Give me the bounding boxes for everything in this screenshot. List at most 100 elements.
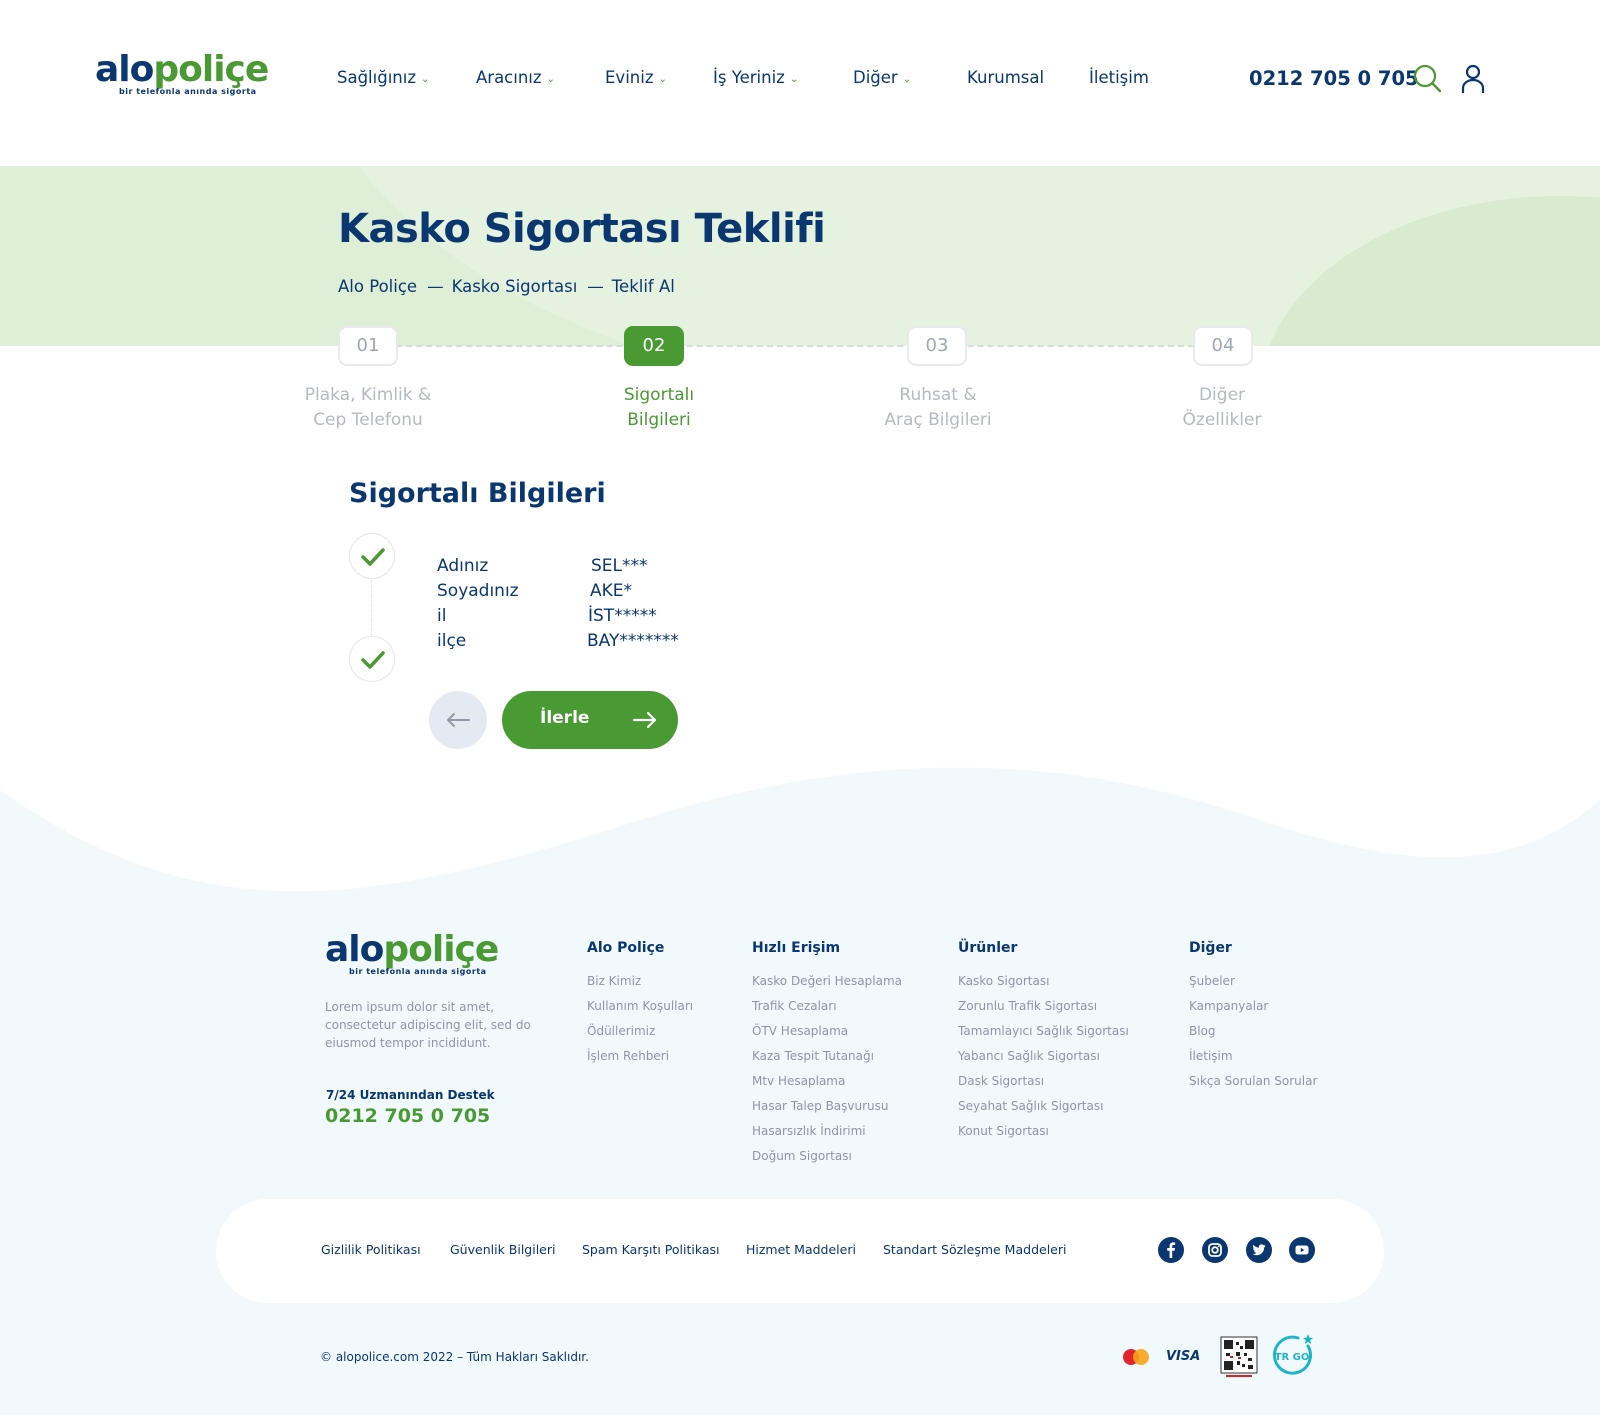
breadcrumb-separator: —: [587, 277, 604, 296]
nav-item-label: Eviniz: [605, 68, 654, 87]
footer-link[interactable]: Konut Sigortası: [958, 1119, 1129, 1144]
hero-banner: [0, 166, 1600, 346]
step-3-label: Ruhsat & Araç Bilgileri: [838, 383, 1038, 433]
nav-item-araciniz[interactable]: Aracınız ⌄: [476, 68, 555, 87]
legal-link-guvenlik[interactable]: Güvenlik Bilgileri: [450, 1242, 555, 1257]
step-label-line: Sigortalı: [623, 385, 695, 405]
nav-item-eviniz[interactable]: Eviniz ⌄: [605, 68, 667, 87]
check-icon: [349, 533, 395, 579]
footer-column-alo-police: Alo Poliçe Biz Kimiz Kullanım Koşulları …: [587, 940, 693, 1069]
footer-link[interactable]: Kampanyalar: [1189, 994, 1317, 1019]
logo-text-alo: alo: [95, 49, 154, 90]
next-button[interactable]: İlerle: [502, 691, 678, 749]
footer-column-urunler: Ürünler Kasko Sigortası Zorunlu Trafik S…: [958, 940, 1129, 1144]
footer-link[interactable]: İletişim: [1189, 1044, 1317, 1069]
nav-item-diger[interactable]: Diğer ⌄: [853, 68, 911, 87]
footer-column-diger: Diğer Şubeler Kampanyalar Blog İletişim …: [1189, 940, 1317, 1094]
step-label-line: Diğer: [1198, 385, 1246, 405]
footer-link[interactable]: Biz Kimiz: [587, 969, 693, 994]
info-label-il: il: [437, 606, 447, 626]
footer-support-phone[interactable]: 0212 705 0 705: [325, 1105, 490, 1127]
footer-logo[interactable]: alopoliçe bir telefonla anında sigorta: [325, 930, 500, 977]
breadcrumb-item[interactable]: Kasko Sigortası: [452, 277, 578, 296]
legal-link-sozlesme[interactable]: Standart Sözleşme Maddeleri: [883, 1242, 1066, 1257]
footer-description: Lorem ipsum dolor sit amet, consectetur …: [325, 1000, 531, 1050]
nav-item-label: Aracınız: [476, 68, 542, 87]
footer-column-title: Hızlı Erişim: [752, 940, 841, 956]
info-value-soyadiniz: AKE*: [590, 581, 633, 601]
logo-tagline: bir telefonla anında sigorta: [349, 967, 487, 976]
step-4-label: Diğer Özellikler: [1122, 383, 1322, 433]
footer-link[interactable]: Sıkça Sorulan Sorular: [1189, 1069, 1317, 1094]
step-3-number: 03: [907, 326, 967, 366]
instagram-icon[interactable]: [1202, 1237, 1228, 1263]
header-phone[interactable]: 0212 705 0 705: [1249, 67, 1419, 90]
copyright-text: © alopolice.com 2022 – Tüm Hakları Saklı…: [320, 1350, 589, 1364]
footer-link[interactable]: Kasko Sigortası: [958, 969, 1129, 994]
footer-link[interactable]: Şubeler: [1189, 969, 1317, 994]
back-button[interactable]: [429, 691, 487, 749]
footer-column-title: Diğer: [1189, 940, 1232, 956]
footer-link[interactable]: İşlem Rehberi: [587, 1044, 693, 1069]
footer-link[interactable]: Doğum Sigortası: [752, 1144, 902, 1169]
legal-link-hizmet[interactable]: Hizmet Maddeleri: [746, 1242, 856, 1257]
info-label-soyadiniz: Soyadınız: [437, 581, 519, 601]
logo[interactable]: alopoliçe bir telefonla anında sigorta: [95, 49, 269, 97]
nav-item-sagliginiz[interactable]: Sağlığınız ⌄: [337, 68, 429, 87]
info-value-adiniz: SEL***: [591, 556, 648, 576]
twitter-icon[interactable]: [1246, 1237, 1272, 1263]
facebook-icon[interactable]: [1158, 1237, 1184, 1263]
check-connector: [371, 580, 372, 636]
etbis-qr-icon: [1220, 1336, 1258, 1382]
chevron-down-icon: ⌄: [789, 74, 799, 85]
youtube-icon[interactable]: [1289, 1237, 1315, 1263]
footer-link[interactable]: Kasko Değeri Hesaplama: [752, 969, 902, 994]
user-icon[interactable]: [1457, 63, 1489, 95]
footer-link[interactable]: Zorunlu Trafik Sigortası: [958, 994, 1129, 1019]
breadcrumb: Alo Poliçe — Kasko Sigortası — Teklif Al: [338, 277, 675, 296]
footer-link[interactable]: Dask Sigortası: [958, 1069, 1129, 1094]
chevron-down-icon: ⌄: [546, 74, 555, 85]
footer-link[interactable]: Hasarsızlık İndirimi: [752, 1119, 902, 1144]
footer-link[interactable]: Yabancı Sağlık Sigortası: [958, 1044, 1129, 1069]
footer-link[interactable]: Seyahat Sağlık Sigortası: [958, 1094, 1129, 1119]
info-label-ilce: ilçe: [437, 631, 467, 651]
footer-link[interactable]: Kullanım Koşulları: [587, 994, 693, 1019]
step-1-label: Plaka, Kimlik & Cep Telefonu: [268, 383, 468, 433]
footer-support-label: 7/24 Uzmanından Destek: [326, 1088, 495, 1102]
footer-column-hizli-erisim: Hızlı Erişim Kasko Değeri Hesaplama Traf…: [752, 940, 902, 1169]
nav-item-is-yeriniz[interactable]: İş Yeriniz ⌄: [713, 68, 798, 87]
step-connector: [396, 345, 1194, 347]
step-4-number: 04: [1193, 326, 1253, 366]
nav-item-label: İş Yeriniz: [713, 68, 785, 87]
footer-link[interactable]: Tamamlayıcı Sağlık Sigortası: [958, 1019, 1129, 1044]
nav-item-label: Diğer: [853, 68, 898, 87]
step-label-line: Özellikler: [1182, 410, 1262, 430]
nav-item-iletisim[interactable]: İletişim: [1089, 68, 1149, 87]
nav-item-kurumsal[interactable]: Kurumsal: [967, 68, 1044, 87]
section-title: Sigortalı Bilgileri: [349, 478, 606, 509]
footer-link[interactable]: ÖTV Hesaplama: [752, 1019, 902, 1044]
breadcrumb-item[interactable]: Alo Poliçe: [338, 277, 417, 296]
footer-column-title: Alo Poliçe: [587, 940, 665, 956]
arrow-left-icon: [447, 713, 470, 727]
footer-column-title: Ürünler: [958, 940, 1018, 956]
trgo-icon: TR GO: [1272, 1332, 1316, 1382]
footer-link[interactable]: Blog: [1189, 1019, 1317, 1044]
step-label-line: Ruhsat &: [899, 385, 977, 405]
legal-link-spam[interactable]: Spam Karşıtı Politikası: [582, 1242, 720, 1257]
legal-link-gizlilik[interactable]: Gizlilik Politikası: [321, 1242, 421, 1257]
footer-link[interactable]: Kaza Tespit Tutanağı: [752, 1044, 902, 1069]
nav-item-label: İletişim: [1089, 68, 1149, 87]
footer-link[interactable]: Mtv Hesaplama: [752, 1069, 902, 1094]
next-button-label: İlerle: [540, 708, 590, 728]
footer-link[interactable]: Ödüllerimiz: [587, 1019, 693, 1044]
footer-link[interactable]: Hasar Talep Başvurusu: [752, 1094, 902, 1119]
step-label-line: Cep Telefonu: [313, 410, 423, 430]
footer-link[interactable]: Trafik Cezaları: [752, 994, 902, 1019]
step-1-number: 01: [338, 326, 398, 366]
logo-text-police: poliçe: [153, 49, 269, 90]
search-icon[interactable]: [1412, 63, 1444, 95]
step-label-line: Araç Bilgileri: [884, 410, 992, 430]
visa-icon: VISA: [1166, 1349, 1201, 1364]
